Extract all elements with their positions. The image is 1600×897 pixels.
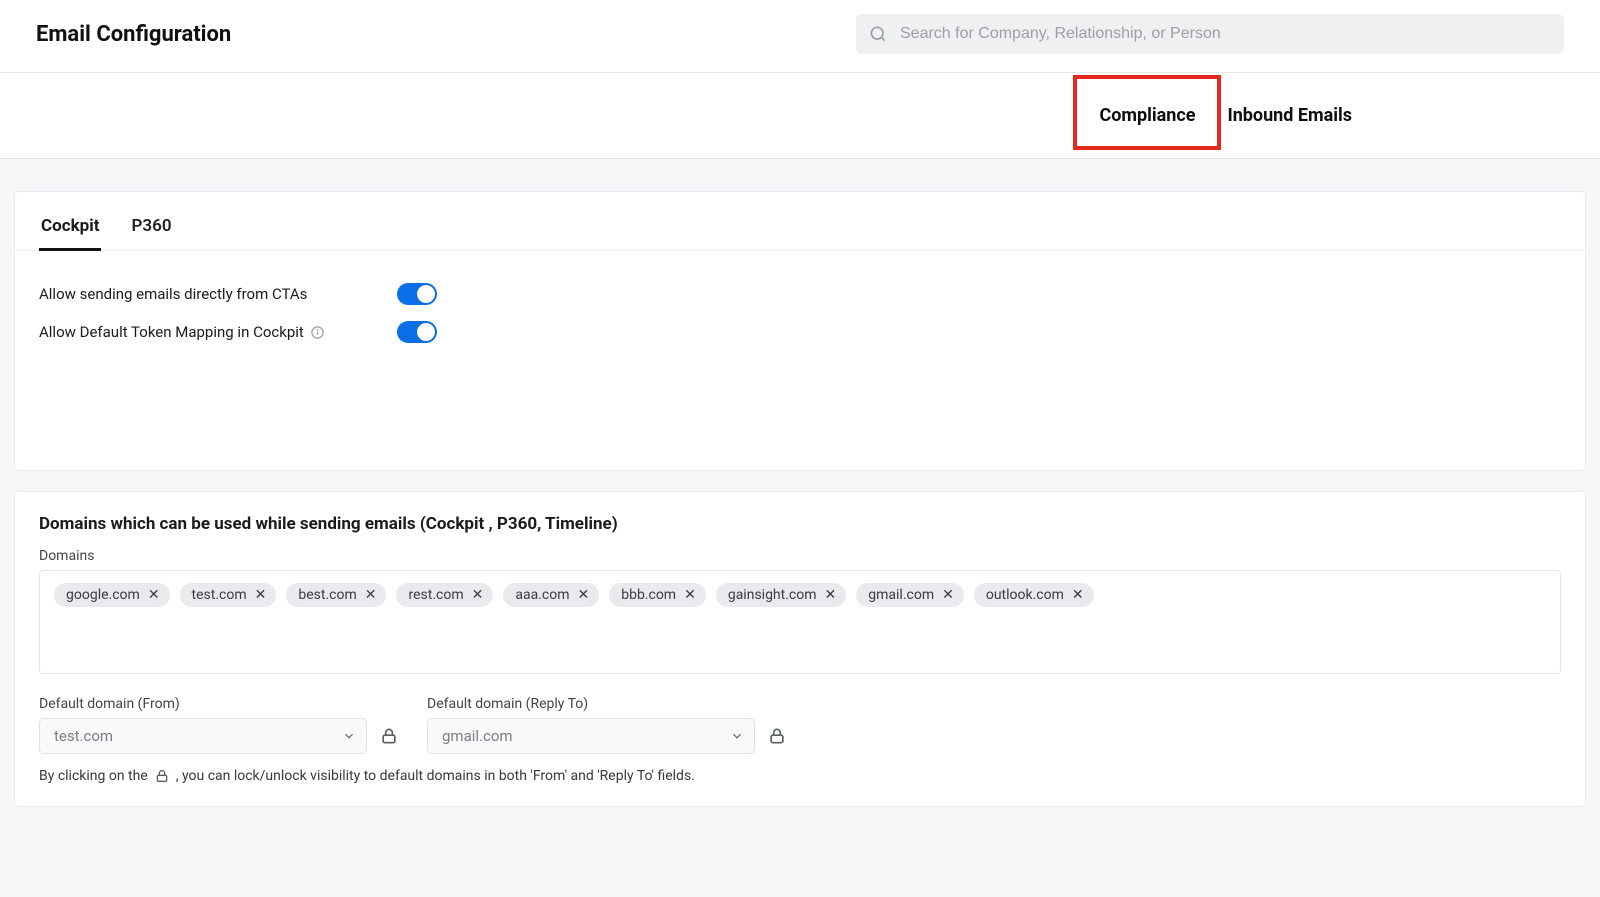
cockpit-settings-card: Cockpit P360 Allow sending emails direct…: [14, 191, 1586, 471]
chevron-down-icon: [730, 729, 744, 743]
domain-chip: test.com ✕: [180, 583, 277, 607]
domains-section-heading: Domains which can be used while sending …: [39, 514, 1561, 534]
default-from-value: test.com: [54, 727, 113, 745]
domain-chip: rest.com ✕: [396, 583, 493, 607]
lock-icon[interactable]: [767, 726, 787, 746]
setting-allow-token-mapping: Allow Default Token Mapping in Cockpit: [39, 313, 1561, 351]
domain-chip: aaa.com ✕: [503, 583, 599, 607]
content-area: Cockpit P360 Allow sending emails direct…: [0, 159, 1600, 897]
domain-chip-label: test.com: [192, 587, 247, 603]
domains-chips-input[interactable]: google.com✕test.com✕best.com✕rest.com✕aa…: [39, 570, 1561, 674]
default-from-label: Default domain (From): [39, 696, 399, 712]
domain-chip-label: gmail.com: [868, 587, 934, 603]
remove-chip-icon[interactable]: ✕: [942, 588, 954, 602]
domain-chip-label: gainsight.com: [728, 587, 817, 603]
default-replyto-label: Default domain (Reply To): [427, 696, 787, 712]
domain-chip-label: bbb.com: [621, 587, 676, 603]
remove-chip-icon[interactable]: ✕: [684, 588, 696, 602]
chevron-down-icon: [342, 729, 356, 743]
search-container: [856, 14, 1564, 54]
tab-compliance[interactable]: Compliance: [1097, 99, 1197, 132]
domain-chip: bbb.com ✕: [609, 583, 706, 607]
lock-note-suffix: , you can lock/unlock visibility to defa…: [176, 768, 695, 784]
inner-tab-cockpit[interactable]: Cockpit: [39, 206, 101, 250]
default-domains-row: Default domain (From) test.com Default d…: [39, 696, 1561, 754]
lock-icon[interactable]: [379, 726, 399, 746]
lock-note: By clicking on the , you can lock/unlock…: [39, 768, 1561, 784]
search-input[interactable]: [856, 14, 1564, 54]
setting-label: Allow sending emails directly from CTAs: [39, 285, 379, 303]
remove-chip-icon[interactable]: ✕: [577, 588, 589, 602]
remove-chip-icon[interactable]: ✕: [1072, 588, 1084, 602]
domain-chip: outlook.com ✕: [974, 583, 1094, 607]
domain-chip-label: aaa.com: [515, 587, 569, 603]
setting-allow-cta-emails: Allow sending emails directly from CTAs: [39, 275, 1561, 313]
toggle-allow-token-mapping[interactable]: [397, 321, 437, 343]
search-icon: [868, 24, 888, 44]
remove-chip-icon[interactable]: ✕: [472, 588, 484, 602]
domains-card: Domains which can be used while sending …: [14, 491, 1586, 807]
domain-chip: gainsight.com ✕: [716, 583, 846, 607]
domain-chip-label: google.com: [66, 587, 140, 603]
remove-chip-icon[interactable]: ✕: [825, 588, 837, 602]
page-title: Email Configuration: [36, 22, 231, 47]
default-replyto-column: Default domain (Reply To) gmail.com: [427, 696, 787, 754]
default-replyto-select[interactable]: gmail.com: [427, 718, 755, 754]
toggle-allow-cta-emails[interactable]: [397, 283, 437, 305]
remove-chip-icon[interactable]: ✕: [365, 588, 377, 602]
setting-label: Allow Default Token Mapping in Cockpit: [39, 323, 379, 341]
domain-chip-label: rest.com: [408, 587, 463, 603]
inner-tab-p360[interactable]: P360: [129, 206, 173, 250]
remove-chip-icon[interactable]: ✕: [148, 588, 160, 602]
domain-chip-label: best.com: [298, 587, 356, 603]
lock-icon: [154, 768, 170, 784]
domain-chip: gmail.com ✕: [856, 583, 964, 607]
default-replyto-value: gmail.com: [442, 727, 513, 745]
main-tab-bar: Compliance Inbound Emails: [0, 73, 1600, 159]
page-header: Email Configuration: [0, 0, 1600, 73]
domain-chip-label: outlook.com: [986, 587, 1064, 603]
tab-inbound-emails[interactable]: Inbound Emails: [1225, 99, 1354, 132]
inner-tab-bar: Cockpit P360: [15, 206, 1585, 251]
search-box: [856, 14, 1564, 54]
info-icon[interactable]: [310, 325, 325, 340]
default-from-select[interactable]: test.com: [39, 718, 367, 754]
remove-chip-icon[interactable]: ✕: [255, 588, 267, 602]
domain-chip: best.com ✕: [286, 583, 386, 607]
lock-note-prefix: By clicking on the: [39, 768, 148, 784]
setting-label-text: Allow Default Token Mapping in Cockpit: [39, 323, 304, 341]
domains-field-label: Domains: [39, 548, 1561, 564]
default-from-column: Default domain (From) test.com: [39, 696, 399, 754]
setting-label-text: Allow sending emails directly from CTAs: [39, 285, 307, 303]
domain-chip: google.com ✕: [54, 583, 170, 607]
